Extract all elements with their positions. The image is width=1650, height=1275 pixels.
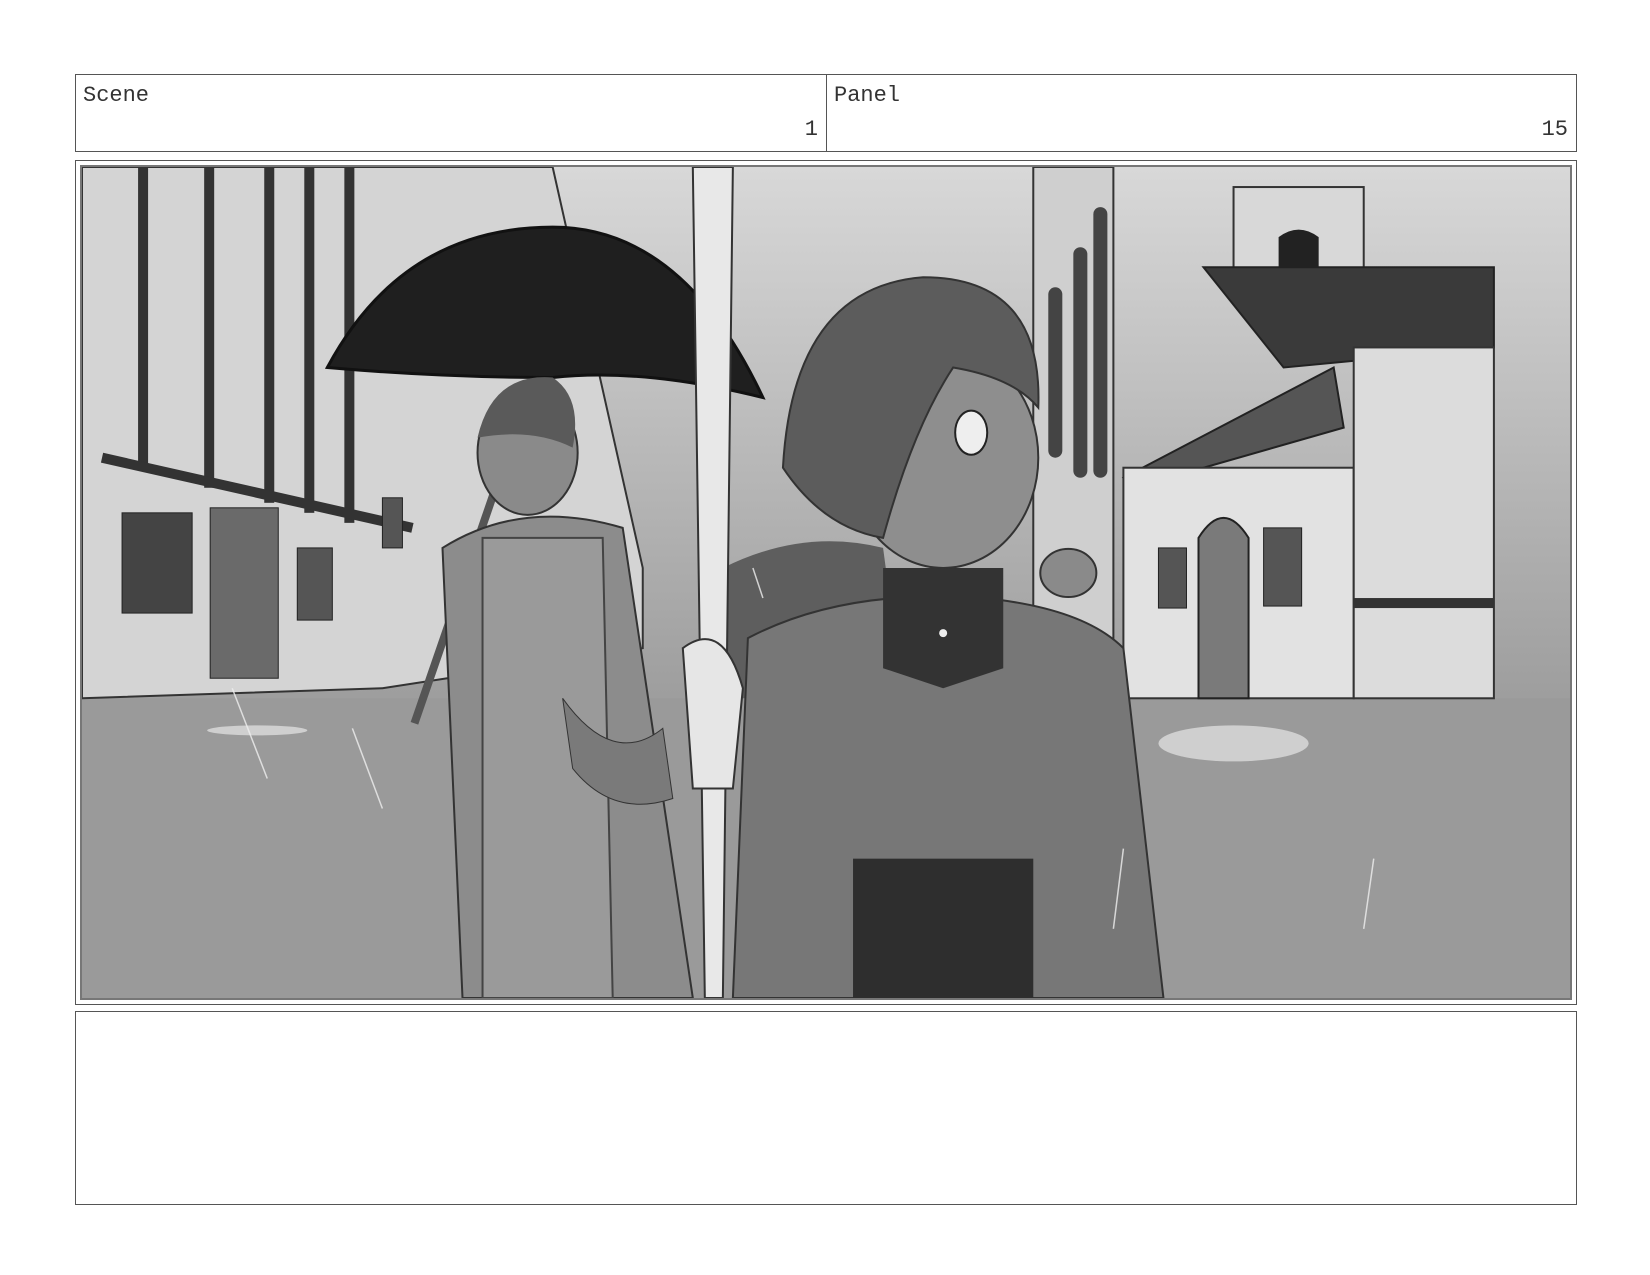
right-window xyxy=(1263,527,1303,607)
scene-cell: Scene 1 xyxy=(76,75,827,151)
eye xyxy=(954,409,989,456)
puddle xyxy=(1158,725,1309,762)
scene-illustration xyxy=(82,167,1570,998)
collar xyxy=(883,567,1004,689)
panel-label: Panel xyxy=(834,83,901,108)
skirt xyxy=(853,858,1034,998)
scene-label: Scene xyxy=(83,83,150,108)
storyboard-frame xyxy=(75,160,1577,1005)
panel-cell: Panel 15 xyxy=(827,75,1576,151)
storyboard-header: Scene 1 Panel 15 xyxy=(75,74,1577,152)
left-window xyxy=(121,512,193,614)
left-door xyxy=(209,507,279,679)
puddle-left xyxy=(207,725,308,736)
notes-box xyxy=(75,1011,1577,1205)
panel-number: 15 xyxy=(1541,117,1568,142)
arched-door xyxy=(1197,517,1250,700)
scene-number: 1 xyxy=(804,117,818,142)
cat xyxy=(1039,547,1098,599)
frame-image xyxy=(80,165,1572,1000)
